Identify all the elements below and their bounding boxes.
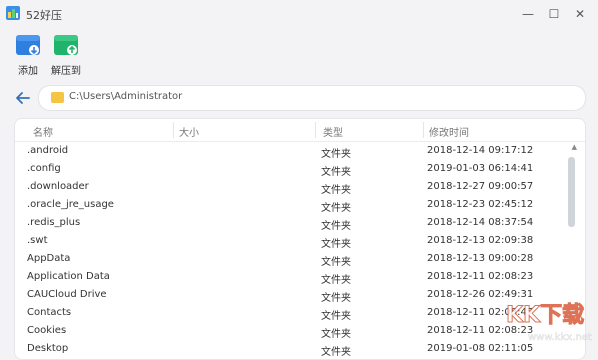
file-name-cell: .config bbox=[27, 163, 61, 174]
address-bar: C:\Users\Administrator bbox=[0, 80, 598, 114]
title-bar: 52好压 — ☐ ✕ bbox=[0, 0, 598, 28]
file-type-cell: 文件夹 bbox=[321, 203, 351, 214]
file-type-cell: 文件夹 bbox=[321, 149, 351, 160]
column-modified[interactable]: 修改时间 bbox=[429, 124, 469, 139]
watermark-text: KK下载 bbox=[506, 302, 584, 328]
folder-icon bbox=[51, 92, 64, 103]
table-header: 名称 大小 类型 修改时间 bbox=[15, 119, 585, 142]
file-type-cell: 文件夹 bbox=[321, 293, 351, 304]
file-type-cell: 文件夹 bbox=[321, 221, 351, 232]
column-size[interactable]: 大小 bbox=[179, 124, 199, 139]
extract-to-button[interactable]: 解压到 bbox=[46, 32, 86, 77]
file-name-cell: Application Data bbox=[27, 271, 110, 282]
back-arrow-icon[interactable] bbox=[14, 89, 32, 107]
file-name-cell: .oracle_jre_usage bbox=[27, 199, 114, 210]
file-modified-cell: 2019-01-03 06:14:41 bbox=[427, 163, 534, 174]
table-row[interactable]: .redis_plus 文件夹 2018-12-14 08:37:54 bbox=[15, 215, 560, 233]
column-divider[interactable] bbox=[315, 122, 316, 138]
file-name-cell: .downloader bbox=[27, 181, 89, 192]
file-name-cell: Cookies bbox=[27, 325, 67, 336]
app-logo-icon bbox=[6, 6, 20, 20]
minimize-button[interactable]: — bbox=[518, 4, 538, 24]
table-row[interactable]: Cookies 文件夹 2018-12-11 02:08:23 bbox=[15, 323, 560, 341]
table-row[interactable]: AppData 文件夹 2018-12-13 09:00:28 bbox=[15, 251, 560, 269]
toolbar: 添加 解压到 bbox=[0, 28, 598, 77]
file-type-cell: 文件夹 bbox=[321, 185, 351, 196]
file-name-cell: .redis_plus bbox=[27, 217, 81, 228]
file-name-cell: Contacts bbox=[27, 307, 72, 318]
file-name-cell: .swt bbox=[27, 235, 48, 246]
table-row[interactable]: .swt 文件夹 2018-12-13 02:09:38 bbox=[15, 233, 560, 251]
file-type-cell: 文件夹 bbox=[321, 275, 351, 286]
file-type-cell: 文件夹 bbox=[321, 329, 351, 340]
table-row[interactable]: .oracle_jre_usage 文件夹 2018-12-23 02:45:12 bbox=[15, 197, 560, 215]
table-row[interactable]: CAUCloud Drive 文件夹 2018-12-26 02:49:31 bbox=[15, 287, 560, 305]
file-modified-cell: 2018-12-23 02:45:12 bbox=[427, 199, 534, 210]
window-title: 52好压 bbox=[26, 9, 62, 22]
file-name-cell: .android bbox=[27, 145, 69, 156]
maximize-button[interactable]: ☐ bbox=[544, 4, 564, 24]
column-divider[interactable] bbox=[423, 122, 424, 138]
file-type-cell: 文件夹 bbox=[321, 239, 351, 250]
watermark-url: www.kkx.net bbox=[528, 332, 592, 343]
column-divider[interactable] bbox=[173, 122, 174, 138]
file-type-cell: 文件夹 bbox=[321, 347, 351, 358]
column-name[interactable]: 名称 bbox=[33, 124, 53, 139]
file-name-cell: CAUCloud Drive bbox=[27, 289, 107, 300]
path-text: C:\Users\Administrator bbox=[69, 91, 183, 102]
file-modified-cell: 2018-12-14 09:17:12 bbox=[427, 145, 534, 156]
file-modified-cell: 2018-12-13 02:09:38 bbox=[427, 235, 534, 246]
add-button[interactable]: 添加 bbox=[8, 32, 48, 77]
file-modified-cell: 2018-12-13 09:00:28 bbox=[427, 253, 534, 264]
table-row[interactable]: Application Data 文件夹 2018-12-11 02:08:23 bbox=[15, 269, 560, 287]
file-modified-cell: 2018-12-11 02:08:23 bbox=[427, 271, 534, 282]
add-archive-icon bbox=[15, 32, 41, 58]
column-type[interactable]: 类型 bbox=[323, 124, 343, 139]
kkx-watermark-logo: KK下载 www.kkx.net bbox=[506, 302, 593, 344]
file-modified-cell: 2018-12-14 08:37:54 bbox=[427, 217, 534, 228]
path-field[interactable]: C:\Users\Administrator bbox=[38, 85, 586, 111]
file-type-cell: 文件夹 bbox=[321, 257, 351, 268]
table-row[interactable]: Desktop 文件夹 2019-01-08 02:11:05 bbox=[15, 341, 560, 359]
file-name-cell: Desktop bbox=[27, 343, 69, 354]
add-label: 添加 bbox=[18, 66, 38, 77]
file-type-cell: 文件夹 bbox=[321, 167, 351, 178]
table-row[interactable]: .config 文件夹 2019-01-03 06:14:41 bbox=[15, 161, 560, 179]
file-name-cell: AppData bbox=[27, 253, 71, 264]
file-modified-cell: 2018-12-27 09:00:57 bbox=[427, 181, 534, 192]
extract-to-icon bbox=[53, 32, 79, 58]
table-row[interactable]: .android 文件夹 2018-12-14 09:17:12 bbox=[15, 143, 560, 161]
table-row[interactable]: .downloader 文件夹 2018-12-27 09:00:57 bbox=[15, 179, 560, 197]
file-type-cell: 文件夹 bbox=[321, 311, 351, 322]
extract-to-label: 解压到 bbox=[51, 66, 81, 77]
table-row[interactable]: Contacts 文件夹 2018-12-11 02:08:47 bbox=[15, 305, 560, 323]
scroll-up-arrow-icon[interactable]: ▲ bbox=[572, 143, 577, 151]
scrollbar-thumb[interactable] bbox=[568, 157, 575, 227]
close-button[interactable]: ✕ bbox=[570, 4, 590, 24]
